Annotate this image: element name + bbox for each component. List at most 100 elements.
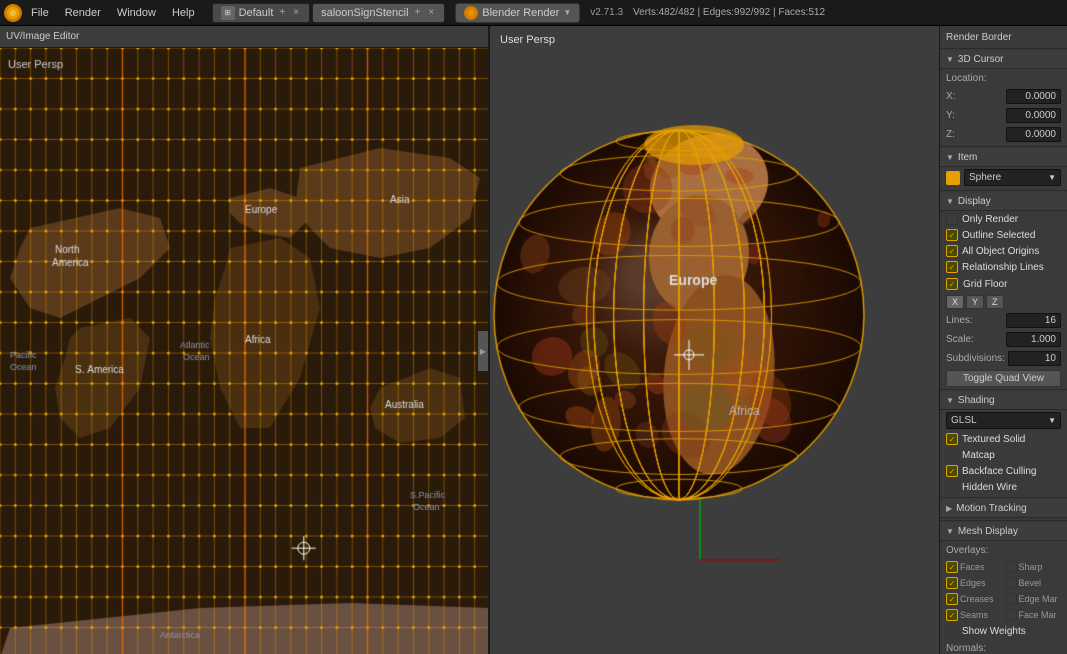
sep4	[940, 389, 1067, 390]
render-menu[interactable]: Render	[58, 0, 108, 26]
edges-bevel-row: ✓ Edges Bevel	[940, 575, 1067, 591]
panel-resize-handle[interactable]: ▶	[478, 331, 488, 371]
view3d-area[interactable]: User Persp	[490, 26, 939, 654]
scale-field[interactable]: 1.000	[1006, 332, 1061, 347]
right-panel: User Persp Render Border ▼ 3D Cursor Loc…	[490, 26, 1067, 654]
mesh-display-triangle: ▼	[946, 527, 954, 536]
show-weights-cb[interactable]	[946, 625, 958, 637]
sep1	[940, 48, 1067, 49]
only-render-label: Only Render	[962, 214, 1018, 225]
toggle-quad-view-btn[interactable]: Toggle Quad View	[946, 370, 1061, 387]
item-name-field[interactable]: Sphere ▼	[964, 169, 1061, 186]
outline-selected-cb[interactable]: ✓	[946, 229, 958, 241]
render-border-label: Render Border	[946, 32, 1012, 43]
workspace-close[interactable]: ×	[291, 7, 301, 18]
edges-cb[interactable]: ✓	[946, 577, 958, 589]
motion-tracking-triangle: ▶	[946, 504, 952, 513]
mesh-display-header[interactable]: ▼ Mesh Display	[940, 523, 1067, 541]
cursor3d-header[interactable]: ▼ 3D Cursor	[940, 51, 1067, 69]
cursor-z-label: Z:	[946, 129, 1003, 140]
z-btn[interactable]: Z	[986, 295, 1004, 309]
relationship-lines-cb[interactable]: ✓	[946, 261, 958, 273]
motion-tracking-title: Motion Tracking	[956, 503, 1027, 514]
display-section: ▼ Display Only Render ✓ Outline Selected…	[940, 193, 1067, 387]
item-header[interactable]: ▼ Item	[940, 149, 1067, 167]
scene-add[interactable]: +	[413, 7, 423, 18]
lines-row: Lines: 16	[940, 311, 1067, 330]
file-menu[interactable]: File	[24, 0, 56, 26]
matcap-row: Matcap	[940, 447, 1067, 463]
sep5	[940, 497, 1067, 498]
cursor-x-field[interactable]: 0.0000	[1006, 89, 1061, 104]
glsl-chevron: ▼	[1048, 416, 1056, 425]
uv-editor-header: UV/Image Editor	[0, 26, 488, 48]
textured-solid-row: ✓ Textured Solid	[940, 431, 1067, 447]
only-render-cb[interactable]	[946, 213, 958, 225]
cursor-y-label: Y:	[946, 110, 1003, 121]
normals-label: Normals:	[946, 643, 1061, 654]
edgemar-cb[interactable]	[1005, 593, 1017, 605]
display-header[interactable]: ▼ Display	[940, 193, 1067, 211]
creases-cb[interactable]: ✓	[946, 593, 958, 605]
grid-floor-cb[interactable]: ✓	[946, 278, 958, 290]
shading-header[interactable]: ▼ Shading	[940, 392, 1067, 410]
seams-cb-row: ✓ Seams	[946, 609, 1003, 621]
shading-title: Shading	[958, 395, 995, 406]
backface-culling-row: ✓ Backface Culling	[940, 463, 1067, 479]
version-info: v2.71.3	[590, 7, 623, 18]
render-engine-label: Blender Render	[482, 7, 559, 19]
shading-triangle: ▼	[946, 396, 954, 405]
hidden-wire-cb[interactable]	[946, 481, 958, 493]
all-object-origins-cb[interactable]: ✓	[946, 245, 958, 257]
subdivisions-field[interactable]: 10	[1008, 351, 1061, 366]
motion-tracking-section: ▶ Motion Tracking	[940, 500, 1067, 518]
scene-tab[interactable]: saloonSignStencil + ×	[312, 3, 445, 23]
sep3	[940, 190, 1067, 191]
item-triangle: ▼	[946, 153, 954, 162]
help-menu[interactable]: Help	[165, 0, 202, 26]
normals-label-row: Normals:	[940, 639, 1067, 654]
blender-logo[interactable]	[4, 4, 22, 22]
workspace-tab[interactable]: ⊞ Default + ×	[212, 3, 311, 23]
top-bar: File Render Window Help ⊞ Default + × sa…	[0, 0, 1067, 26]
sep2	[940, 146, 1067, 147]
y-btn[interactable]: Y	[966, 295, 984, 309]
x-btn[interactable]: X	[946, 295, 964, 309]
backface-culling-cb[interactable]: ✓	[946, 465, 958, 477]
only-render-row: Only Render	[940, 211, 1067, 227]
uv-canvas[interactable]: ▶	[0, 48, 488, 654]
cursor-y-field[interactable]: 0.0000	[1006, 108, 1061, 123]
faces-sharp-row: ✓ Faces Sharp	[940, 559, 1067, 575]
item-title: Item	[958, 152, 977, 163]
motion-tracking-header[interactable]: ▶ Motion Tracking	[940, 500, 1067, 518]
cursor3d-triangle: ▼	[946, 55, 954, 64]
cursor-y-row: Y: 0.0000	[940, 106, 1067, 125]
textured-solid-cb[interactable]: ✓	[946, 433, 958, 445]
seams-cb[interactable]: ✓	[946, 609, 958, 621]
cursor-z-field[interactable]: 0.0000	[1006, 127, 1061, 142]
scene-close[interactable]: ×	[426, 7, 436, 18]
all-object-origins-row: ✓ All Object Origins	[940, 243, 1067, 259]
sep6	[940, 520, 1067, 521]
cursor3d-title: 3D Cursor	[958, 54, 1004, 65]
bevel-cb[interactable]	[1005, 577, 1017, 589]
facemar-cb[interactable]	[1005, 609, 1017, 621]
window-menu[interactable]: Window	[110, 0, 163, 26]
workspace-add[interactable]: +	[277, 7, 287, 18]
seams-label: Seams	[960, 610, 988, 620]
item-name-label: Sphere	[969, 172, 1001, 183]
backface-culling-label: Backface Culling	[962, 466, 1036, 477]
render-engine-dropdown[interactable]: Blender Render ▼	[455, 3, 580, 23]
matcap-cb[interactable]	[946, 449, 958, 461]
faces-cb[interactable]: ✓	[946, 561, 958, 573]
xyz-row: X Y Z	[940, 295, 1067, 309]
mesh-display-title: Mesh Display	[958, 526, 1018, 537]
relationship-lines-row: ✓ Relationship Lines	[940, 259, 1067, 275]
sharp-cb[interactable]	[1005, 561, 1017, 573]
edges-label: Edges	[960, 578, 986, 588]
subdivisions-row: Subdivisions: 10	[940, 349, 1067, 368]
glsl-dropdown[interactable]: GLSL ▼	[946, 412, 1061, 429]
lines-field[interactable]: 16	[1006, 313, 1061, 328]
item-section: ▼ Item Sphere ▼	[940, 149, 1067, 188]
outline-selected-row: ✓ Outline Selected	[940, 227, 1067, 243]
